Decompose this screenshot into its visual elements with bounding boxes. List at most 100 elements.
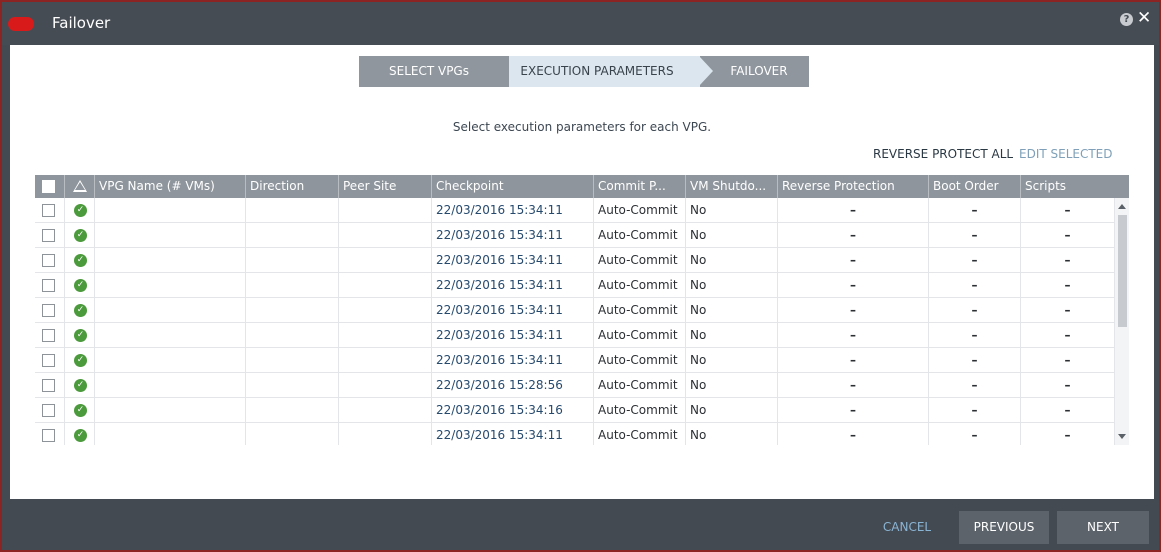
row-checkbox[interactable] bbox=[42, 229, 55, 242]
close-icon[interactable]: ✕ bbox=[1137, 8, 1151, 28]
row-checkbox[interactable] bbox=[42, 429, 55, 442]
cell-peer-site bbox=[339, 223, 432, 248]
cell-commit-policy: Auto-Commit bbox=[594, 373, 686, 398]
cell-scripts: – bbox=[1021, 298, 1115, 323]
cell-reverse-protection: – bbox=[778, 373, 929, 398]
vertical-scrollbar[interactable] bbox=[1115, 198, 1129, 445]
cell-select bbox=[35, 423, 65, 445]
dialog-footer: CANCEL PREVIOUS NEXT bbox=[2, 499, 1159, 550]
cell-boot-order: – bbox=[929, 248, 1021, 273]
row-checkbox[interactable] bbox=[42, 354, 55, 367]
cell-select bbox=[35, 273, 65, 298]
cell-vm-shutdown: No bbox=[686, 398, 778, 423]
cell-vpg-name bbox=[95, 223, 246, 248]
failover-dialog: Failover ? ✕ FAILOVER EXECUTION PARAMETE… bbox=[0, 0, 1161, 552]
table-row[interactable]: ✓ 22/03/2016 15:34:11 Auto-Commit No – – – bbox=[35, 223, 1115, 248]
cell-boot-order: – bbox=[929, 373, 1021, 398]
check-circle-icon: ✓ bbox=[74, 254, 87, 267]
scroll-thumb[interactable] bbox=[1118, 215, 1127, 327]
column-header-vpg-name[interactable]: VPG Name (# VMs) bbox=[95, 175, 246, 198]
cell-status: ✓ bbox=[65, 423, 95, 445]
vpg-table: VPG Name (# VMs) Direction Peer Site Che… bbox=[35, 175, 1129, 445]
step-select-vpgs: SELECT VPGs bbox=[359, 56, 509, 87]
table-row[interactable]: ✓ 22/03/2016 15:34:11 Auto-Commit No – – – bbox=[35, 423, 1115, 445]
cell-peer-site bbox=[339, 248, 432, 273]
cell-select bbox=[35, 373, 65, 398]
cell-commit-policy: Auto-Commit bbox=[594, 398, 686, 423]
cell-vm-shutdown: No bbox=[686, 198, 778, 223]
check-circle-icon: ✓ bbox=[74, 279, 87, 292]
cell-scripts: – bbox=[1021, 348, 1115, 373]
column-header-checkpoint[interactable]: Checkpoint bbox=[432, 175, 594, 198]
cell-vm-shutdown: No bbox=[686, 348, 778, 373]
cell-peer-site bbox=[339, 373, 432, 398]
row-checkbox[interactable] bbox=[42, 279, 55, 292]
column-header-peer-site[interactable]: Peer Site bbox=[339, 175, 432, 198]
dialog-title: Failover bbox=[52, 14, 111, 32]
table-row[interactable]: ✓ 22/03/2016 15:34:11 Auto-Commit No – – – bbox=[35, 348, 1115, 373]
reverse-protect-all-link[interactable]: REVERSE PROTECT ALL bbox=[873, 147, 1013, 161]
column-header-direction[interactable]: Direction bbox=[246, 175, 339, 198]
cell-reverse-protection: – bbox=[778, 198, 929, 223]
table-row[interactable]: ✓ 22/03/2016 15:34:11 Auto-Commit No – – – bbox=[35, 323, 1115, 348]
table-header: VPG Name (# VMs) Direction Peer Site Che… bbox=[35, 175, 1129, 198]
column-header-vm-shutdown[interactable]: VM Shutdo... bbox=[686, 175, 778, 198]
cancel-button[interactable]: CANCEL bbox=[882, 511, 932, 544]
previous-button[interactable]: PREVIOUS bbox=[959, 511, 1049, 544]
cell-vm-shutdown: No bbox=[686, 298, 778, 323]
row-checkbox[interactable] bbox=[42, 204, 55, 217]
table-row[interactable]: ✓ 22/03/2016 15:34:11 Auto-Commit No – – – bbox=[35, 198, 1115, 223]
cell-direction bbox=[246, 348, 339, 373]
cell-vpg-name bbox=[95, 398, 246, 423]
table-row[interactable]: ✓ 22/03/2016 15:34:16 Auto-Commit No – – – bbox=[35, 398, 1115, 423]
row-checkbox[interactable] bbox=[42, 404, 55, 417]
cell-status: ✓ bbox=[65, 348, 95, 373]
row-checkbox[interactable] bbox=[42, 379, 55, 392]
cell-status: ✓ bbox=[65, 323, 95, 348]
scroll-up-arrow-icon[interactable] bbox=[1118, 204, 1126, 209]
cell-checkpoint: 22/03/2016 15:34:11 bbox=[432, 223, 594, 248]
cell-checkpoint: 22/03/2016 15:34:11 bbox=[432, 248, 594, 273]
cell-peer-site bbox=[339, 198, 432, 223]
cell-vm-shutdown: No bbox=[686, 423, 778, 445]
cell-checkpoint: 22/03/2016 15:34:11 bbox=[432, 348, 594, 373]
table-row[interactable]: ✓ 22/03/2016 15:28:56 Auto-Commit No – – – bbox=[35, 373, 1115, 398]
check-circle-icon: ✓ bbox=[74, 304, 87, 317]
cell-reverse-protection: – bbox=[778, 348, 929, 373]
content-panel: FAILOVER EXECUTION PARAMETERS SELECT VPG… bbox=[10, 45, 1154, 499]
edit-selected-link[interactable]: EDIT SELECTED bbox=[1019, 147, 1113, 161]
select-all-checkbox[interactable] bbox=[42, 180, 55, 193]
cell-scripts: – bbox=[1021, 223, 1115, 248]
cell-vm-shutdown: No bbox=[686, 223, 778, 248]
column-header-boot-order[interactable]: Boot Order bbox=[929, 175, 1021, 198]
table-row[interactable]: ✓ 22/03/2016 15:34:11 Auto-Commit No – – – bbox=[35, 273, 1115, 298]
cell-reverse-protection: – bbox=[778, 423, 929, 445]
row-checkbox[interactable] bbox=[42, 254, 55, 267]
help-icon[interactable]: ? bbox=[1120, 13, 1133, 26]
scroll-down-arrow-icon[interactable] bbox=[1118, 434, 1126, 439]
cell-vm-shutdown: No bbox=[686, 323, 778, 348]
cell-direction bbox=[246, 423, 339, 445]
header-status-cell bbox=[65, 175, 95, 198]
column-header-reverse-protection[interactable]: Reverse Protection bbox=[778, 175, 929, 198]
cell-vpg-name bbox=[95, 248, 246, 273]
row-checkbox[interactable] bbox=[42, 329, 55, 342]
cell-commit-policy: Auto-Commit bbox=[594, 348, 686, 373]
column-header-commit-policy[interactable]: Commit P... bbox=[594, 175, 686, 198]
next-button[interactable]: NEXT bbox=[1057, 511, 1149, 544]
brand-logo bbox=[8, 17, 34, 31]
cell-vpg-name bbox=[95, 273, 246, 298]
table-row[interactable]: ✓ 22/03/2016 15:34:11 Auto-Commit No – – – bbox=[35, 298, 1115, 323]
cell-scripts: – bbox=[1021, 323, 1115, 348]
cell-peer-site bbox=[339, 273, 432, 298]
cell-select bbox=[35, 248, 65, 273]
column-header-scripts[interactable]: Scripts bbox=[1021, 175, 1129, 198]
cell-direction bbox=[246, 198, 339, 223]
cell-commit-policy: Auto-Commit bbox=[594, 223, 686, 248]
row-checkbox[interactable] bbox=[42, 304, 55, 317]
cell-status: ✓ bbox=[65, 398, 95, 423]
cell-checkpoint: 22/03/2016 15:34:11 bbox=[432, 198, 594, 223]
table-row[interactable]: ✓ 22/03/2016 15:34:11 Auto-Commit No – – – bbox=[35, 248, 1115, 273]
cell-reverse-protection: – bbox=[778, 223, 929, 248]
cell-select bbox=[35, 348, 65, 373]
